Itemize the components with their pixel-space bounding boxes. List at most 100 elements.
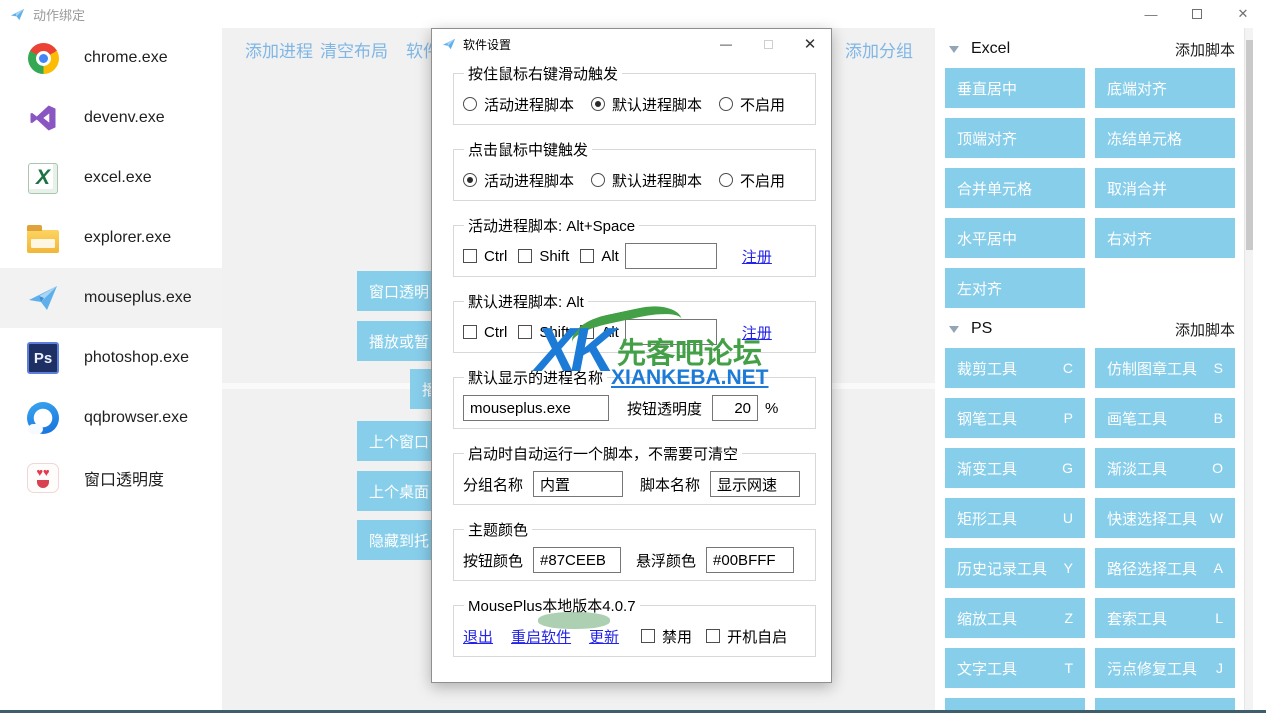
collapse-triangle-icon[interactable] xyxy=(949,46,959,53)
script-button[interactable]: 渐淡工具O xyxy=(1095,448,1235,488)
checkbox-icon[interactable] xyxy=(518,325,532,339)
script-button[interactable]: 垂直居中 xyxy=(945,68,1085,108)
menu-add-process[interactable]: 添加进程 xyxy=(245,37,313,62)
menu-add-group[interactable]: 添加分组 xyxy=(845,37,913,62)
radio-disabled[interactable]: 不启用 xyxy=(719,170,785,191)
default-hotkey-input[interactable] xyxy=(625,319,717,345)
script-button[interactable]: 右对齐 xyxy=(1095,218,1235,258)
script-label: 历史记录工具 xyxy=(957,558,1047,579)
shortcut-key: A xyxy=(1214,560,1223,576)
group-legend: 点击鼠标中键触发 xyxy=(464,139,592,160)
checkbox-alt[interactable]: Alt xyxy=(580,324,619,341)
script-button[interactable]: 矩形工具U xyxy=(945,498,1085,538)
checkbox-label: Alt xyxy=(601,324,619,341)
shortcut-key: W xyxy=(1210,510,1223,526)
script-button[interactable]: 快速选择工具W xyxy=(1095,498,1235,538)
hover-color-input[interactable] xyxy=(706,547,794,573)
radio-icon-checked[interactable] xyxy=(591,97,605,111)
checkbox-icon[interactable] xyxy=(463,249,477,263)
radio-default-process-script[interactable]: 默认进程脚本 xyxy=(591,94,702,115)
script-button[interactable]: 仿制图章工具S xyxy=(1095,348,1235,388)
minimize-button[interactable]: — xyxy=(1128,0,1174,28)
scrollbar-thumb[interactable] xyxy=(1246,40,1253,250)
group-middle-click-trigger: 点击鼠标中键触发 活动进程脚本 默认进程脚本 不启用 xyxy=(453,139,816,201)
script-button[interactable]: 污点修复工具J xyxy=(1095,648,1235,688)
script-button[interactable]: 底端对齐 xyxy=(1095,68,1235,108)
restart-link[interactable]: 重启软件 xyxy=(511,626,571,647)
register-link[interactable]: 注册 xyxy=(742,246,772,267)
script-name-input[interactable] xyxy=(710,471,800,497)
sidebar-item-explorer.exe[interactable]: explorer.exe xyxy=(0,208,222,268)
sidebar-item-photoshop.exe[interactable]: Psphotoshop.exe xyxy=(0,328,222,388)
script-button[interactable]: 裁剪工具C xyxy=(945,348,1085,388)
script-button[interactable]: 套索工具L xyxy=(1095,598,1235,638)
maximize-button[interactable] xyxy=(1174,0,1220,28)
radio-active-process-script[interactable]: 活动进程脚本 xyxy=(463,94,574,115)
script-button[interactable]: 冻结单元格 xyxy=(1095,118,1235,158)
checkbox-icon[interactable] xyxy=(463,325,477,339)
exit-link[interactable]: 退出 xyxy=(463,626,493,647)
active-hotkey-input[interactable] xyxy=(625,243,717,269)
script-button[interactable]: 左对齐 xyxy=(945,268,1085,308)
maximize-icon xyxy=(1192,9,1202,19)
script-button[interactable]: 水平居中 xyxy=(945,218,1085,258)
checkbox-icon[interactable] xyxy=(706,629,720,643)
add-script-link[interactable]: 添加脚本 xyxy=(1175,319,1235,340)
script-button[interactable]: 顶端对齐 xyxy=(945,118,1085,158)
checkbox-shift[interactable]: Shift xyxy=(518,248,569,265)
photoshop-icon: Ps xyxy=(26,341,60,375)
checkbox-ctrl[interactable]: Ctrl xyxy=(463,324,507,341)
sidebar-item-excel.exe[interactable]: Xexcel.exe xyxy=(0,148,222,208)
script-button[interactable]: 路径选择工具A xyxy=(1095,548,1235,588)
sidebar-item-chrome.exe[interactable]: chrome.exe xyxy=(0,28,222,88)
process-name-input[interactable] xyxy=(463,395,609,421)
radio-icon[interactable] xyxy=(463,97,477,111)
dialog-maximize-button[interactable] xyxy=(747,29,789,59)
collapse-triangle-icon[interactable] xyxy=(949,326,959,333)
sidebar-item--[interactable]: 窗口透明度 xyxy=(0,448,222,508)
panel-scrollbar[interactable] xyxy=(1244,28,1253,710)
script-button[interactable]: 渐变工具G xyxy=(945,448,1085,488)
checkbox-icon[interactable] xyxy=(641,629,655,643)
section-title: PS xyxy=(971,320,992,338)
checkbox-disable[interactable]: 禁用 xyxy=(641,626,692,647)
script-button[interactable]: 合并单元格 xyxy=(945,168,1085,208)
group-name-input[interactable] xyxy=(533,471,623,497)
radio-icon[interactable] xyxy=(719,173,733,187)
dialog-close-button[interactable]: ✕ xyxy=(789,29,831,59)
script-label: 缩放工具 xyxy=(957,608,1017,629)
script-label: 渐变工具 xyxy=(957,458,1017,479)
script-button[interactable]: 缩放工具Z xyxy=(945,598,1085,638)
radio-icon[interactable] xyxy=(719,97,733,111)
radio-icon-checked[interactable] xyxy=(463,173,477,187)
opacity-input[interactable] xyxy=(712,395,758,421)
group-name-label: 分组名称 xyxy=(463,474,523,495)
checkbox-icon[interactable] xyxy=(580,325,594,339)
radio-disabled[interactable]: 不启用 xyxy=(719,94,785,115)
checkbox-icon[interactable] xyxy=(580,249,594,263)
register-link[interactable]: 注册 xyxy=(742,322,772,343)
script-button[interactable]: 历史记录工具Y xyxy=(945,548,1085,588)
script-button[interactable]: 文字工具T xyxy=(945,648,1085,688)
checkbox-ctrl[interactable]: Ctrl xyxy=(463,248,507,265)
checkbox-shift[interactable]: Shift xyxy=(518,324,569,341)
script-button[interactable]: 画笔工具B xyxy=(1095,398,1235,438)
dialog-minimize-button[interactable]: — xyxy=(705,29,747,59)
radio-active-process-script[interactable]: 活动进程脚本 xyxy=(463,170,574,191)
radio-icon[interactable] xyxy=(591,173,605,187)
add-script-link[interactable]: 添加脚本 xyxy=(1175,39,1235,60)
checkbox-autostart[interactable]: 开机自启 xyxy=(706,626,787,647)
sidebar-item-devenv.exe[interactable]: devenv.exe xyxy=(0,88,222,148)
sidebar-item-mouseplus.exe[interactable]: mouseplus.exe xyxy=(0,268,222,328)
script-button[interactable]: 钢笔工具P xyxy=(945,398,1085,438)
menu-clear-layout[interactable]: 清空布局 xyxy=(320,37,388,62)
button-color-input[interactable] xyxy=(533,547,621,573)
sidebar-item-qqbrowser.exe[interactable]: qqbrowser.exe xyxy=(0,388,222,448)
radio-default-process-script[interactable]: 默认进程脚本 xyxy=(591,170,702,191)
update-link[interactable]: 更新 xyxy=(589,626,619,647)
script-button[interactable]: 取消合并 xyxy=(1095,168,1235,208)
close-button[interactable]: ✕ xyxy=(1220,0,1266,28)
group-theme-colors: 主题颜色 按钮颜色 悬浮颜色 xyxy=(453,519,816,581)
checkbox-alt[interactable]: Alt xyxy=(580,248,619,265)
checkbox-icon[interactable] xyxy=(518,249,532,263)
